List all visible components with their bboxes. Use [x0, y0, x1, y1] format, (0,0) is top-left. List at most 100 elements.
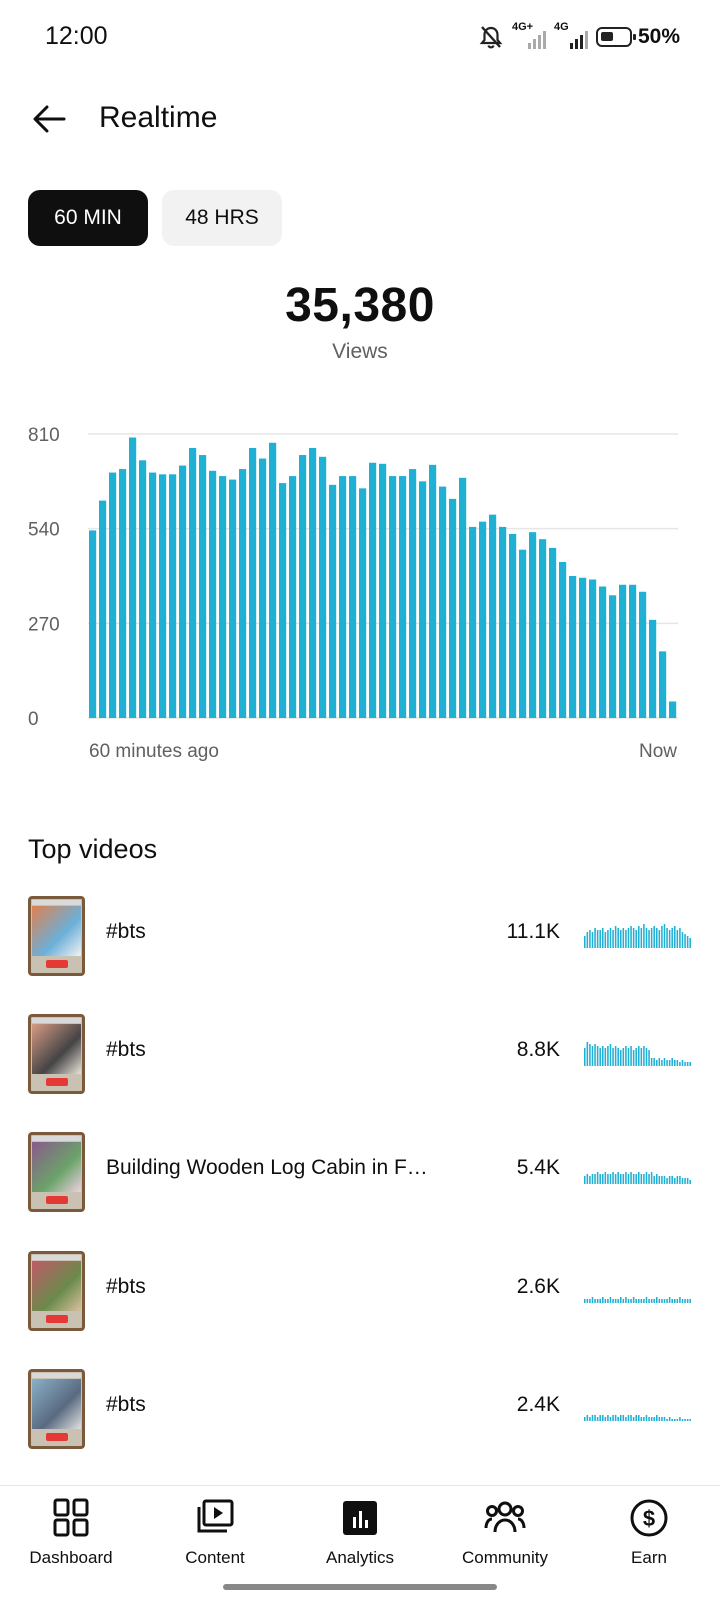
sparkline-bar: [635, 1299, 637, 1303]
sparkline-bar: [671, 928, 673, 948]
chart-bar: [609, 595, 617, 718]
sparkline-bar: [625, 1297, 627, 1303]
sparkline-bar: [630, 926, 632, 948]
sparkline-bar: [627, 1415, 630, 1421]
sparkline-bar: [622, 1048, 625, 1066]
sparkline-bar: [627, 1048, 630, 1066]
sparkline-bar: [663, 1176, 666, 1184]
sparkline-bar: [650, 928, 653, 948]
video-thumbnail: [28, 1251, 85, 1331]
nav-earn[interactable]: $ Earn: [584, 1496, 714, 1586]
sparkline-bar: [674, 1299, 676, 1303]
sparkline-bar: [643, 1046, 645, 1066]
chart-bar: [329, 484, 337, 718]
sparkline-bar: [663, 1058, 666, 1066]
nav-community[interactable]: Community: [440, 1496, 570, 1586]
chart-bar: [399, 476, 407, 718]
sparkline-bar: [650, 1299, 653, 1303]
chart-bar: [179, 465, 187, 718]
sparkline-bar: [650, 1058, 653, 1066]
home-indicator[interactable]: [223, 1584, 497, 1590]
video-row[interactable]: #bts 2.4K: [0, 1361, 720, 1461]
sparkline-bar: [638, 926, 640, 948]
sparkline-bar: [620, 930, 622, 948]
sparkline-bar: [614, 1174, 617, 1184]
sparkline-bar: [591, 1297, 594, 1303]
sparkline-bar: [632, 1297, 635, 1303]
sparkline-bar: [632, 928, 635, 948]
content-icon: [197, 1499, 234, 1533]
thumbnail-frame: [28, 1014, 85, 1094]
sparkline-bar: [666, 1419, 668, 1421]
thumbnail-frame: [28, 1251, 85, 1331]
chart-bar: [229, 479, 237, 718]
battery-icon: [595, 27, 636, 47]
sparkline-bar: [594, 1044, 596, 1066]
chart-bar: [509, 533, 517, 718]
sparkline-bar: [645, 1415, 648, 1421]
sparkline-bar: [656, 928, 658, 948]
sparkline-bar: [661, 1176, 663, 1184]
sparkline-bar: [622, 1299, 625, 1303]
chart-bar: [629, 584, 637, 718]
sparkline-bar: [607, 1299, 609, 1303]
sparkline-bar: [681, 1178, 684, 1184]
chart-bar: [539, 539, 547, 718]
back-button[interactable]: [28, 98, 70, 140]
chart-bar: [339, 476, 347, 718]
sparkline-bar: [674, 1060, 676, 1066]
tab-48-hrs[interactable]: 48 HRS: [162, 190, 282, 246]
chart-bar: [199, 455, 207, 718]
sparkline-bar: [671, 1299, 673, 1303]
sparkline-bar: [612, 1415, 614, 1421]
sparkline-bar: [591, 1415, 594, 1421]
sparkline-bar: [622, 1415, 625, 1421]
sparkline-bar: [668, 1060, 671, 1066]
sparkline-bar: [627, 928, 630, 948]
x-start-label: 60 minutes ago: [89, 741, 219, 762]
sparkline-bar: [676, 1419, 679, 1421]
sparkline-bar: [686, 936, 689, 948]
y-tick-label: 270: [28, 614, 60, 635]
video-row[interactable]: #bts 8.8K: [0, 1006, 720, 1106]
nav-analytics[interactable]: Analytics: [295, 1496, 425, 1586]
sparkline-bar: [650, 1417, 653, 1421]
video-title: #bts: [106, 1275, 146, 1298]
chart-bar: [519, 549, 527, 718]
nav-content[interactable]: Content: [150, 1496, 280, 1586]
network-type-2: 4G: [553, 21, 569, 33]
sparkline-bar: [686, 1178, 689, 1184]
y-tick-label: 0: [28, 709, 39, 730]
chart-bar: [469, 526, 477, 718]
sparkline-bar: [625, 1172, 627, 1184]
sparkline-bar: [609, 1174, 612, 1184]
sparkline-bar: [630, 1046, 632, 1066]
video-row[interactable]: #bts 2.6K: [0, 1243, 720, 1343]
chart-bar: [419, 481, 427, 718]
tab-60-min[interactable]: 60 MIN: [28, 190, 148, 246]
sparkline-bar: [617, 928, 619, 948]
video-row[interactable]: Building Wooden Log Cabin in F… 5.4K: [0, 1124, 720, 1224]
sparkline-bar: [638, 1172, 640, 1184]
chart-bar: [599, 586, 607, 718]
sparkline-bar: [638, 1046, 640, 1066]
sparkline-bar: [604, 1417, 607, 1421]
sparkline-bar: [617, 1299, 619, 1303]
sparkline-bar: [622, 928, 625, 948]
nav-dashboard[interactable]: Dashboard: [6, 1496, 136, 1586]
sparkline-bar: [656, 1297, 658, 1303]
thumbnail-frame: [28, 1369, 85, 1449]
y-tick-label: 810: [28, 425, 60, 446]
sparkline-bar: [653, 1176, 655, 1184]
sparkline-bar: [584, 1299, 586, 1303]
sparkline-bar: [604, 1172, 607, 1184]
sparkline-bar: [591, 932, 594, 948]
sparkline-bar: [612, 1048, 614, 1066]
video-row[interactable]: #bts 11.1K: [0, 888, 720, 988]
video-thumbnail: [28, 896, 85, 976]
sparkline-bar: [640, 1174, 643, 1184]
sparkline-bar: [635, 930, 637, 948]
x-end-label: Now: [639, 741, 677, 762]
sparkline-bar: [614, 926, 617, 948]
battery: 50%: [595, 25, 680, 49]
